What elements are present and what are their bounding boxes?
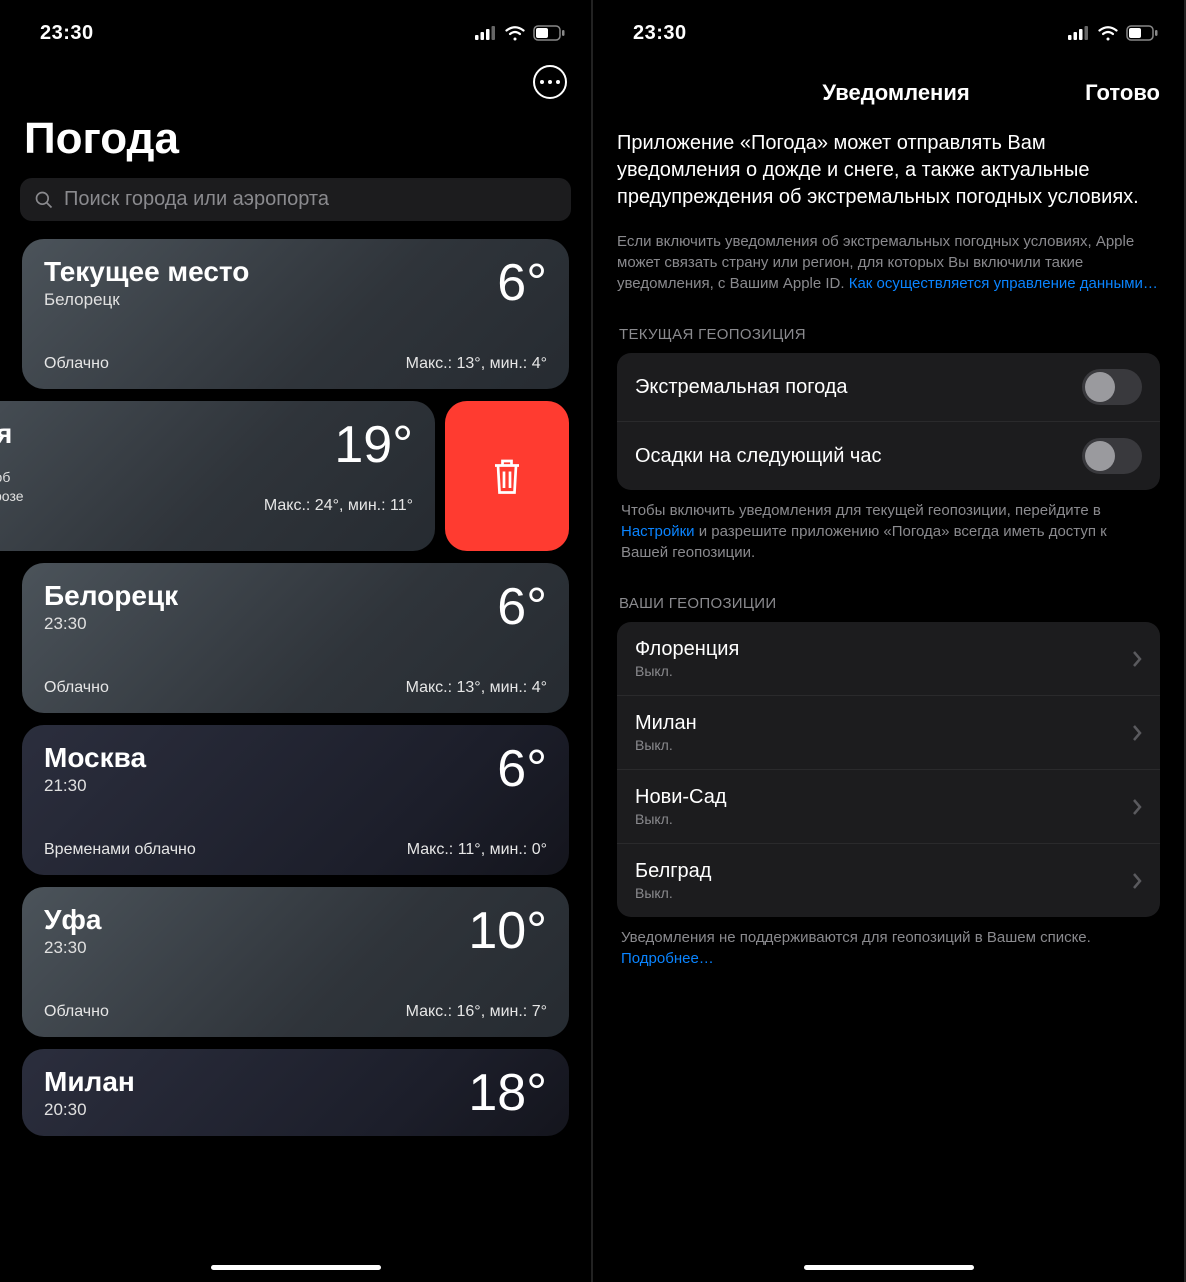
city-sub: Белорецк (44, 290, 249, 310)
battery-icon (533, 25, 565, 41)
help-text: Если включить уведомления об экстремальн… (617, 231, 1160, 294)
city-sub: 23:30 (44, 614, 178, 634)
search-placeholder: Поиск города или аэропорта (64, 188, 329, 211)
status-icons (1068, 25, 1158, 41)
status-bar: 23:30 (0, 0, 591, 60)
chevron-right-icon (1132, 872, 1142, 890)
home-indicator[interactable] (211, 1265, 381, 1270)
weather-card-swiped: ренция упреждение об но сильной грозе 19… (0, 401, 569, 551)
toggle-switch[interactable] (1082, 438, 1142, 474)
condition: Облачно (44, 1003, 109, 1021)
learn-more-link[interactable]: Подробнее… (621, 950, 714, 967)
toggle-next-hour-precip[interactable]: Осадки на следующий час (617, 422, 1160, 490)
description-text: Приложение «Погода» может отправлять Вам… (617, 130, 1160, 211)
location-item-belgrade[interactable]: Белград Выкл. (617, 844, 1160, 917)
toggle-extreme-weather[interactable]: Экстремальная погода (617, 353, 1160, 422)
chevron-right-icon (1132, 650, 1142, 668)
temperature: 6° (497, 257, 547, 309)
settings-link[interactable]: Настройки (621, 523, 695, 540)
hi-lo: Макс.: 13°, мин.: 4° (406, 355, 547, 373)
cellular-icon (1068, 26, 1090, 40)
current-location-group: Экстремальная погода Осадки на следующий… (617, 353, 1160, 490)
trash-icon (488, 455, 526, 497)
location-item-florence[interactable]: Флоренция Выкл. (617, 622, 1160, 696)
location-item-novi-sad[interactable]: Нови-Сад Выкл. (617, 770, 1160, 844)
status-time: 23:30 (633, 22, 687, 45)
city-sub: 21:30 (44, 776, 146, 796)
search-input[interactable]: Поиск города или аэропорта (20, 178, 571, 221)
chevron-right-icon (1132, 798, 1142, 816)
your-locations-footer: Уведомления не поддерживаются для геопоз… (617, 927, 1160, 969)
your-locations-group: Флоренция Выкл. Милан Выкл. Нови-Сад Вык… (617, 622, 1160, 917)
city-name: Москва (44, 743, 146, 774)
ellipsis-icon (540, 80, 561, 85)
home-indicator[interactable] (804, 1265, 974, 1270)
weather-card-milan[interactable]: Милан 20:30 18° (22, 1049, 569, 1136)
page-title: Погода (0, 104, 591, 178)
search-icon (34, 190, 54, 210)
done-button[interactable]: Готово (1085, 80, 1160, 106)
wifi-icon (504, 25, 526, 41)
hi-lo: Макс.: 24°, мин.: 11° (264, 497, 413, 515)
weather-cards: Текущее место Белорецк 6° Облачно Макс.:… (0, 239, 591, 1136)
hi-lo: Макс.: 16°, мин.: 7° (406, 1003, 547, 1021)
condition: Временами облачно (44, 841, 196, 859)
delete-button[interactable] (445, 401, 569, 551)
weather-alert: упреждение об но сильной грозе (0, 468, 24, 506)
wifi-icon (1097, 25, 1119, 41)
city-name: Уфа (44, 905, 102, 936)
temperature: 6° (497, 581, 547, 633)
city-sub: 20:30 (44, 1100, 135, 1120)
condition: Облачно (44, 355, 109, 373)
section-header-yours: ВАШИ ГЕОПОЗИЦИИ (619, 595, 1160, 612)
weather-card-current[interactable]: Текущее место Белорецк 6° Облачно Макс.:… (22, 239, 569, 389)
location-item-milan[interactable]: Милан Выкл. (617, 696, 1160, 770)
weather-list-screen: 23:30 Погода Поиск города или аэропорта … (0, 0, 593, 1282)
status-time: 23:30 (40, 22, 94, 45)
city-sub: 23:30 (44, 938, 102, 958)
hi-lo: Макс.: 13°, мин.: 4° (406, 679, 547, 697)
condition: Облачно (44, 679, 109, 697)
status-bar: 23:30 (593, 0, 1184, 60)
nav-bar: Уведомления Готово (593, 60, 1184, 120)
city-name: Белорецк (44, 581, 178, 612)
city-name: Милан (44, 1067, 135, 1098)
section-header-current: ТЕКУЩАЯ ГЕОПОЗИЦИЯ (619, 326, 1160, 343)
temperature: 10° (468, 905, 547, 957)
cellular-icon (475, 26, 497, 40)
temperature: 6° (497, 743, 547, 795)
weather-card-florence[interactable]: ренция упреждение об но сильной грозе 19… (0, 401, 435, 551)
temperature: 18° (468, 1067, 547, 1119)
data-management-link[interactable]: Как осуществляется управление данными… (849, 275, 1158, 292)
status-icons (475, 25, 565, 41)
current-location-footer: Чтобы включить уведомления для текущей г… (617, 500, 1160, 563)
more-button[interactable] (533, 65, 567, 99)
weather-card-beloretsk[interactable]: Белорецк 23:30 6° Облачно Макс.: 13°, ми… (22, 563, 569, 713)
hi-lo: Макс.: 11°, мин.: 0° (407, 841, 547, 859)
temperature: 19° (264, 419, 413, 471)
nav-title: Уведомления (707, 80, 1085, 106)
battery-icon (1126, 25, 1158, 41)
weather-card-moscow[interactable]: Москва 21:30 6° Временами облачно Макс.:… (22, 725, 569, 875)
weather-card-ufa[interactable]: Уфа 23:30 10° Облачно Макс.: 16°, мин.: … (22, 887, 569, 1037)
chevron-right-icon (1132, 724, 1142, 742)
toggle-switch[interactable] (1082, 369, 1142, 405)
city-name: Текущее место (44, 257, 249, 288)
notifications-settings-screen: 23:30 Уведомления Готово Приложение «Пог… (593, 0, 1186, 1282)
city-name: ренция (0, 419, 24, 450)
